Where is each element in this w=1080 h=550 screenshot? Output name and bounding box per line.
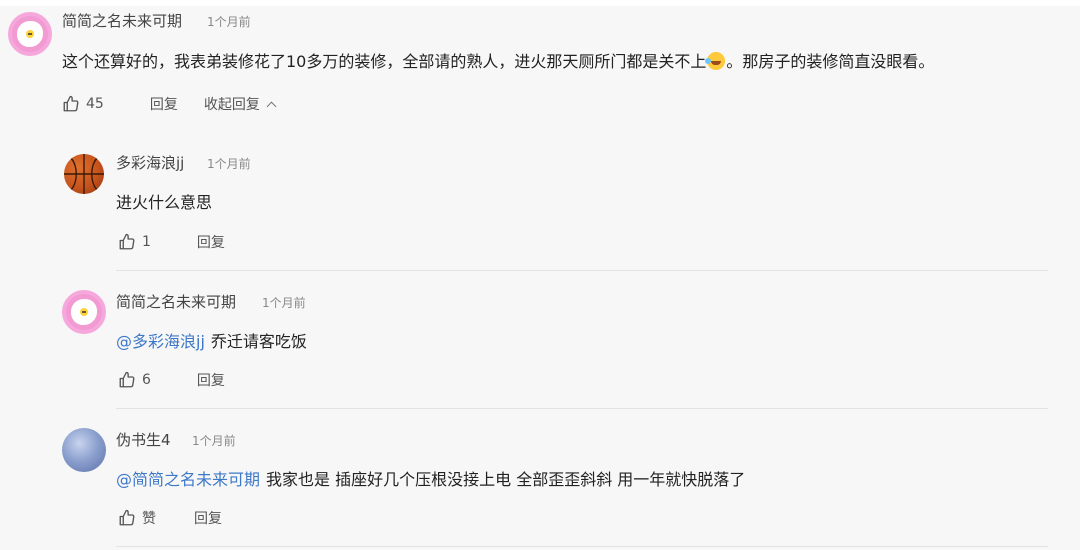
reply-actions: 6 回复 (118, 370, 225, 390)
user-avatar[interactable] (8, 12, 52, 56)
thumbs-up-icon (119, 509, 135, 526)
like-button[interactable]: 45 (62, 95, 104, 113)
user-avatar[interactable] (62, 428, 106, 472)
reply-time: 1个月前 (192, 434, 236, 448)
reply-button[interactable]: 回复 (194, 508, 222, 528)
reply-text: @多彩海浪jj 乔迁请客吃饭 (116, 332, 307, 351)
basketball-icon (64, 154, 104, 194)
reply-author[interactable]: 伪书生4 (116, 429, 171, 450)
reply-button[interactable]: 回复 (197, 232, 225, 252)
like-count: 1 (142, 234, 151, 250)
user-avatar[interactable] (62, 290, 106, 334)
reply-text: 进火什么意思 (116, 193, 213, 212)
mention-link[interactable]: @多彩海浪jj (116, 332, 205, 351)
comment-thread: 简简之名未来可期 1个月前 这个还算好的，我表弟装修花了10多万的装修，全部请的… (0, 0, 1080, 550)
reply-actions: 赞 回复 (118, 508, 222, 528)
like-count: 45 (86, 96, 104, 112)
divider (116, 546, 1048, 547)
reply-actions: 1 回复 (118, 232, 225, 252)
like-label: 赞 (142, 511, 156, 527)
reply-text: @简简之名未来可期 我家也是 插座好几个压根没接上电 全部歪歪斜斜 用一年就快脱落… (116, 470, 746, 489)
rofl-emoji-icon (705, 52, 726, 70)
comment-actions: 45 回复 收起回复 (62, 94, 277, 114)
like-button[interactable]: 6 (118, 371, 151, 389)
reply-time: 1个月前 (207, 157, 251, 171)
collapse-replies-button[interactable]: 收起回复 (204, 94, 277, 114)
reply-button[interactable]: 回复 (150, 94, 178, 114)
like-button[interactable]: 赞 (118, 508, 156, 528)
divider (116, 408, 1048, 409)
thumbs-up-icon (119, 233, 135, 250)
reply-time: 1个月前 (262, 296, 306, 310)
user-avatar[interactable] (64, 154, 104, 194)
reply-author[interactable]: 简简之名未来可期 (116, 291, 236, 312)
mention-link[interactable]: @简简之名未来可期 (116, 470, 260, 489)
chevron-up-icon (266, 101, 277, 111)
reply-button[interactable]: 回复 (197, 370, 225, 390)
thumbs-up-icon (119, 371, 135, 388)
comment-text: 这个还算好的，我表弟装修花了10多万的装修，全部请的熟人，进火那天厕所门都是关不… (62, 52, 935, 71)
reply-author[interactable]: 多彩海浪jj (116, 152, 184, 173)
comment-author[interactable]: 简简之名未来可期 (62, 10, 182, 31)
thumbs-up-icon (63, 95, 79, 112)
divider (116, 270, 1048, 271)
like-count: 6 (142, 372, 151, 388)
comment-time: 1个月前 (207, 15, 251, 29)
like-button[interactable]: 1 (118, 233, 151, 251)
